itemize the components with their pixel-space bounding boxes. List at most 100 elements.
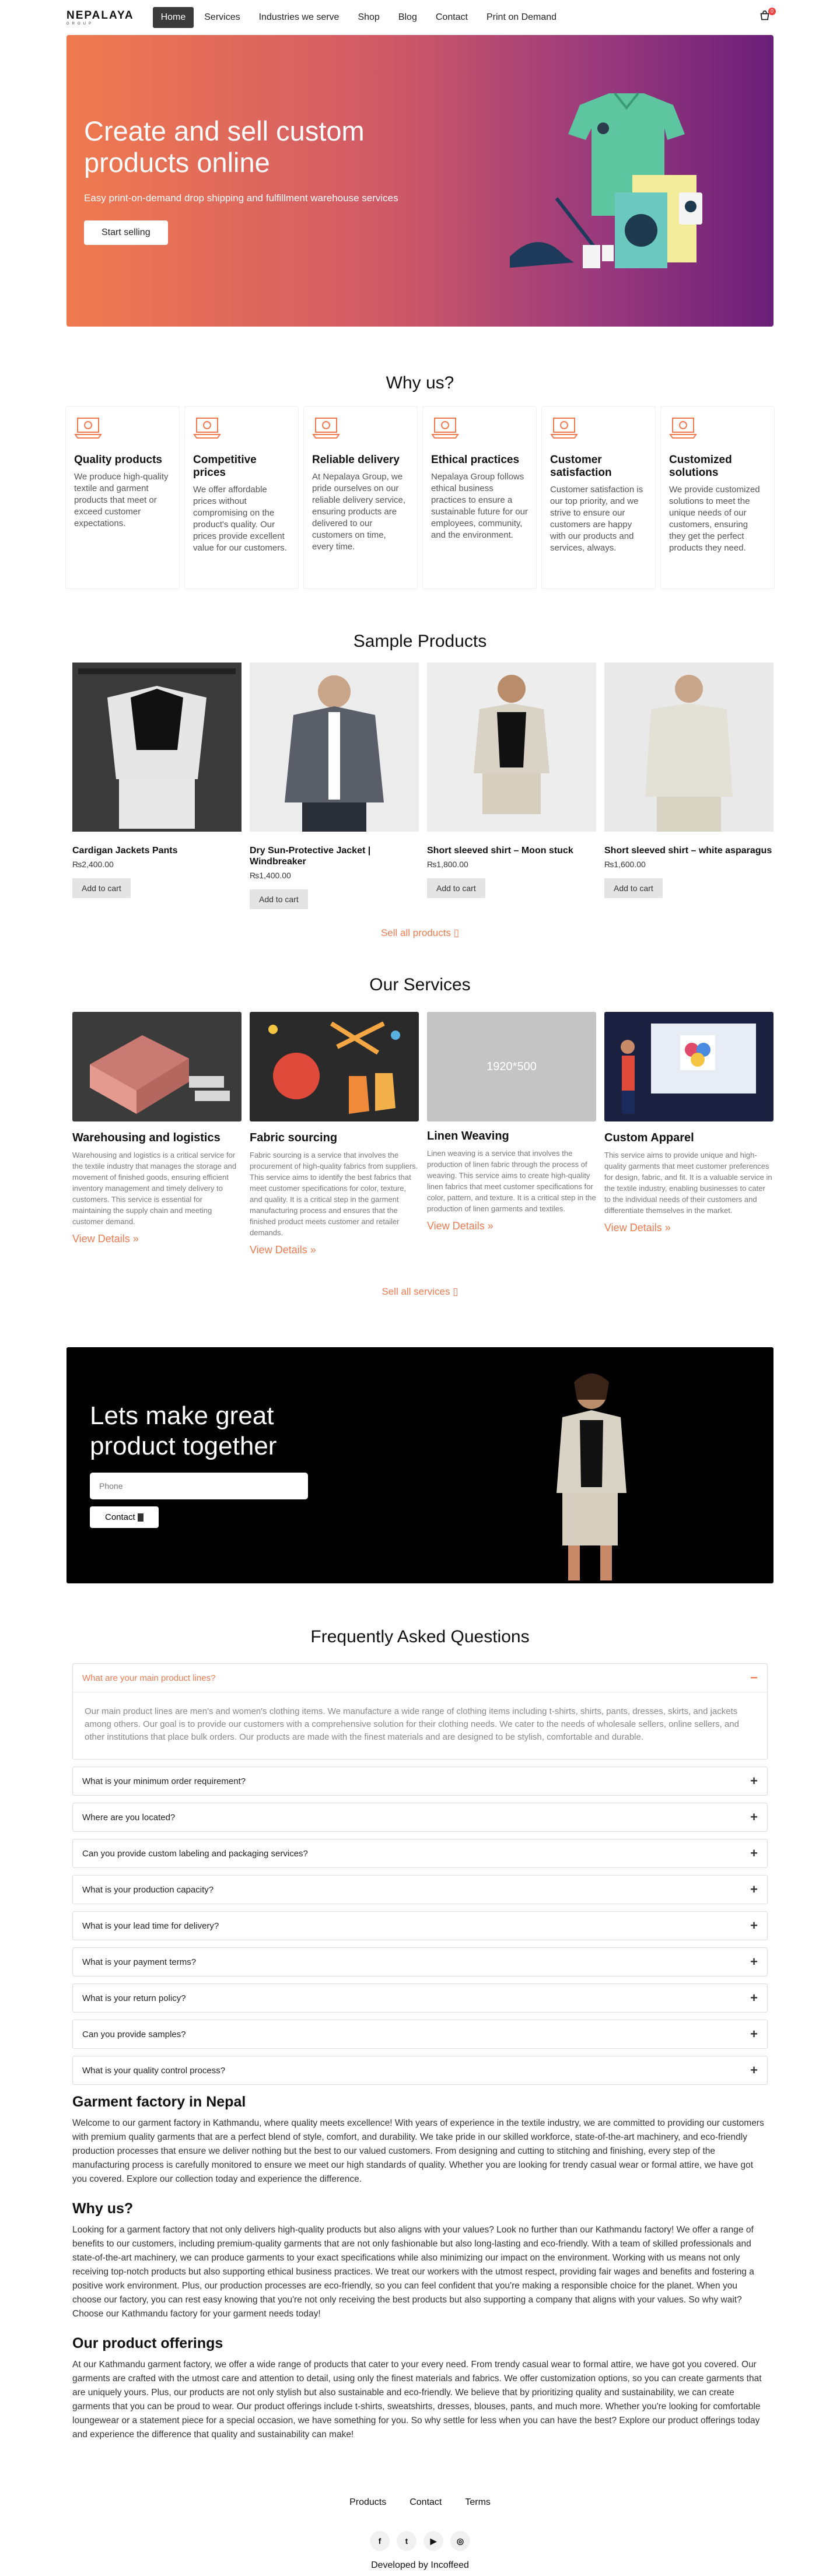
footer-link-products[interactable]: Products [349,2497,386,2508]
sell-all-services-link[interactable]: Sell all services ▯ [0,1286,840,1298]
instagram-icon[interactable]: ◎ [450,2531,470,2551]
view-details-link[interactable]: View Details » [604,1222,774,1234]
nav-print-on-demand[interactable]: Print on Demand [478,7,565,28]
add-to-cart-button[interactable]: Add to cart [604,878,663,898]
faq-item: Where are you located? + [72,1803,768,1832]
nav-industries[interactable]: Industries we serve [251,7,348,28]
product-card: Dry Sun-Protective Jacket | Windbreaker … [250,663,419,909]
our-services-title: Our Services [369,975,471,994]
footer-link-terms[interactable]: Terms [465,2497,491,2508]
contact-button-icon [137,1513,144,1522]
seo-heading: Our product offerings [72,2335,223,2351]
sell-all-services-label: Sell all services [382,1286,453,1297]
hero-subtitle: Easy print-on-demand drop shipping and f… [84,192,398,204]
view-details-link[interactable]: View Details » [427,1220,596,1232]
feature-title: Customer satisfaction [550,454,612,479]
laptop-badge-icon [550,418,578,439]
faq-item: Can you provide custom labeling and pack… [72,1839,768,1868]
seo-heading: Why us? [72,2200,134,2217]
footer-links: Products Contact Terms [0,2497,840,2508]
developer-credit: Developed by Incoffeed [371,2560,469,2570]
twitter-icon[interactable]: t [397,2531,416,2551]
cta-title: Lets make great product together [90,1401,277,1460]
social-links: f t ▶ ◎ [0,2531,840,2551]
sell-all-products-link[interactable]: Sell all products ▯ [0,927,840,939]
faq-question-text: Can you provide samples? [82,2029,186,2039]
seo-content: Garment factory in Nepal Welcome to our … [72,2094,768,2456]
products-row: Cardigan Jackets Pants ₨2,400.00 Add to … [72,663,774,909]
product-image[interactable] [427,663,596,832]
service-text: Linen weaving is a service that involves… [427,1149,596,1213]
nav-services[interactable]: Services [196,7,248,28]
contact-button[interactable]: Contact [90,1506,159,1528]
sell-all-products-label: Sell all products [380,927,454,938]
add-to-cart-button[interactable]: Add to cart [427,878,485,898]
service-text: This service aims to provide unique and … [604,1151,772,1215]
feature-text: We produce high-quality textile and garm… [74,472,169,528]
faq-question-text: What is your quality control process? [82,2065,226,2076]
placeholder-label: 1920*500 [487,1060,537,1073]
why-us-title: Why us? [386,373,454,392]
faq-item: Can you provide samples? + [72,2020,768,2049]
faq-question[interactable]: What is your production capacity? + [73,1876,767,1904]
faq-question[interactable]: What is your payment terms? + [73,1948,767,1976]
add-to-cart-button[interactable]: Add to cart [250,889,308,909]
faq-title: Frequently Asked Questions [310,1627,530,1646]
laptop-badge-icon [669,418,697,439]
faq-question[interactable]: What is your quality control process? + [73,2056,767,2084]
product-image[interactable] [250,663,419,832]
faq-question[interactable]: Can you provide custom labeling and pack… [73,1839,767,1867]
faq-question[interactable]: What are your main product lines? − [73,1664,767,1692]
footer-link-contact[interactable]: Contact [410,2497,442,2508]
seo-paragraph: At our Kathmandu garment factory, we off… [72,2360,762,2440]
contact-button-label: Contact [105,1512,135,1522]
view-details-link[interactable]: View Details » [72,1233,242,1245]
hero-merch-illustration [510,92,702,268]
faq-question-text: What is your production capacity? [82,1884,214,1895]
nav-blog[interactable]: Blog [390,7,425,28]
faq-question[interactable]: What is your minimum order requirement? + [73,1767,767,1795]
feature-card: Customized solutions We provide customiz… [660,406,775,589]
cart-button[interactable]: 0 [758,8,776,25]
warehouse-illustration [72,1012,242,1121]
product-name[interactable]: Dry Sun-Protective Jacket | Windbreaker [250,845,419,867]
faq-question[interactable]: What is your lead time for delivery? + [73,1912,767,1940]
plus-icon: + [750,1810,758,1824]
youtube-icon[interactable]: ▶ [424,2531,443,2551]
facebook-icon[interactable]: f [370,2531,390,2551]
add-to-cart-button[interactable]: Add to cart [72,878,131,898]
faq-answer: Our main product lines are men's and wom… [73,1692,767,1759]
phone-input[interactable] [90,1473,308,1499]
view-details-link[interactable]: View Details » [250,1244,419,1256]
image-placeholder: 1920*500 [427,1012,596,1121]
plus-icon: + [750,2027,758,2041]
nav-home[interactable]: Home [152,7,194,28]
faq-question-text: Can you provide custom labeling and pack… [82,1848,308,1859]
product-name[interactable]: Cardigan Jackets Pants [72,845,242,856]
faq-item: What is your quality control process? + [72,2056,768,2085]
feature-title: Quality products [74,454,162,466]
nav-shop[interactable]: Shop [349,7,387,28]
feature-title: Customized solutions [669,454,732,479]
product-price: ₨1,800.00 [427,860,468,869]
faq-item: What is your production capacity? + [72,1875,768,1904]
faq-question[interactable]: What is your return policy? + [73,1984,767,2012]
faq-question-text: What are your main product lines? [82,1673,216,1683]
services-row: Warehousing and logistics Warehousing an… [72,1012,774,1256]
start-selling-button[interactable]: Start selling [84,220,168,245]
nav-contact[interactable]: Contact [428,7,476,28]
arrow-right-icon: ▯ [453,927,460,938]
logo-name: NEPALAYA [66,9,134,22]
product-image[interactable] [72,663,242,832]
product-card: Cardigan Jackets Pants ₨2,400.00 Add to … [72,663,242,909]
faq-question[interactable]: Where are you located? + [73,1803,767,1831]
faq-item: What is your return policy? + [72,1983,768,2013]
faq-question[interactable]: Can you provide samples? + [73,2020,767,2048]
product-name[interactable]: Short sleeved shirt – Moon stuck [427,845,596,856]
product-price: ₨2,400.00 [72,860,114,869]
product-name[interactable]: Short sleeved shirt – white asparagus [604,845,774,856]
arrow-right-icon: ▯ [453,1286,459,1297]
product-image[interactable] [604,663,774,832]
faq-question-text: What is your minimum order requirement? [82,1776,246,1786]
logo[interactable]: NEPALAYA GROUP [66,10,134,26]
